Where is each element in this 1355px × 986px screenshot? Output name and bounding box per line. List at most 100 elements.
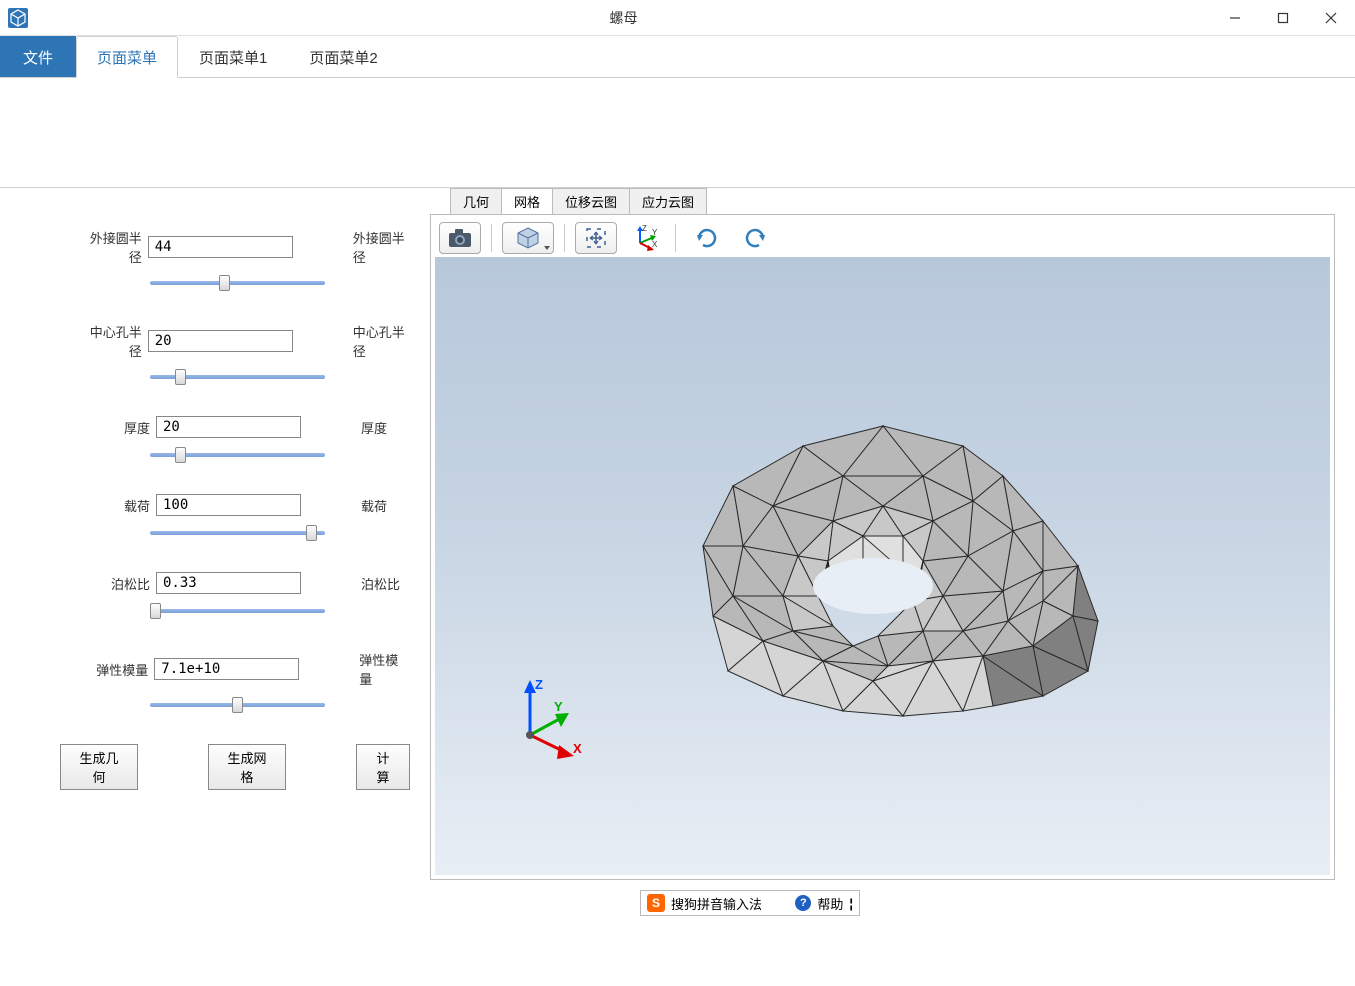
param-slider[interactable] xyxy=(150,696,325,714)
viewport-toolbar: Z Y X xyxy=(435,219,1330,257)
axes-icon: Z Y X xyxy=(630,225,658,251)
ime-help-label[interactable]: 帮助 xyxy=(817,894,843,913)
fit-view-button[interactable] xyxy=(575,222,617,254)
param-slider-row xyxy=(20,524,410,542)
maximize-button[interactable] xyxy=(1259,0,1307,36)
view-cube-button[interactable] xyxy=(502,222,554,254)
rotate-cw-button[interactable] xyxy=(734,222,776,254)
tab-page-menu[interactable]: 页面菜单 xyxy=(76,36,178,78)
param-slider[interactable] xyxy=(150,274,325,292)
param-label: 中心孔半径 xyxy=(80,322,142,360)
param-row: 厚度 厚度 xyxy=(20,416,410,438)
svg-text:Y: Y xyxy=(652,228,658,237)
rotate-ccw-button[interactable] xyxy=(686,222,728,254)
3d-viewport[interactable]: Z Y X xyxy=(435,257,1330,875)
svg-text:Z: Z xyxy=(535,677,543,692)
sogou-icon: S xyxy=(647,894,665,912)
minimize-button[interactable] xyxy=(1211,0,1259,36)
param-input[interactable] xyxy=(156,572,301,594)
param-row: 泊松比 泊松比 xyxy=(20,572,410,594)
param-slider[interactable] xyxy=(150,368,325,386)
slider-thumb[interactable] xyxy=(175,369,186,385)
toolbar-separator xyxy=(491,224,492,252)
slider-thumb[interactable] xyxy=(232,697,243,713)
param-input[interactable] xyxy=(148,236,293,258)
param-row: 弹性模量 弹性模量 xyxy=(20,650,410,688)
view-tab-mesh[interactable]: 网格 xyxy=(501,188,553,214)
param-row: 中心孔半径 中心孔半径 xyxy=(20,322,410,360)
compute-button[interactable]: 计算 xyxy=(356,744,410,790)
parameter-panel: 外接圆半径外接圆半径中心孔半径中心孔半径厚度厚度载荷载荷泊松比泊松比弹性模量弹性… xyxy=(0,188,430,986)
param-slider[interactable] xyxy=(150,446,325,464)
slider-thumb[interactable] xyxy=(175,447,186,463)
param-label-right: 中心孔半径 xyxy=(353,322,410,360)
window-titlebar: 螺母 xyxy=(0,0,1355,36)
svg-text:Y: Y xyxy=(554,699,563,714)
param-label-right: 弹性模量 xyxy=(359,650,410,688)
help-icon: ? xyxy=(795,895,811,911)
param-label-right: 厚度 xyxy=(361,418,387,437)
view-tab-stress[interactable]: 应力云图 xyxy=(629,188,707,214)
slider-track xyxy=(150,531,325,535)
param-slider[interactable] xyxy=(150,602,325,620)
close-button[interactable] xyxy=(1307,0,1355,36)
viewport-frame: Z Y X xyxy=(430,214,1335,880)
param-slider[interactable] xyxy=(150,524,325,542)
screenshot-button[interactable] xyxy=(439,222,481,254)
coordinate-axes: Z Y X xyxy=(505,675,595,765)
menubar: 文件 页面菜单 页面菜单1 页面菜单2 xyxy=(0,36,1355,78)
svg-text:Z: Z xyxy=(642,225,647,233)
param-label-right: 外接圆半径 xyxy=(353,228,410,266)
svg-text:X: X xyxy=(573,741,582,756)
viewport-panel: 几何 网格 位移云图 应力云图 xyxy=(430,188,1355,986)
view-tab-displacement[interactable]: 位移云图 xyxy=(552,188,630,214)
toolbar-separator xyxy=(675,224,676,252)
param-slider-row xyxy=(20,368,410,386)
param-slider-row xyxy=(20,274,410,292)
param-input[interactable] xyxy=(156,416,301,438)
param-label: 载荷 xyxy=(80,496,150,515)
generate-geometry-button[interactable]: 生成几何 xyxy=(60,744,138,790)
param-input[interactable] xyxy=(154,658,299,680)
ribbon-area xyxy=(0,78,1355,188)
slider-thumb[interactable] xyxy=(306,525,317,541)
axes-toggle-button[interactable]: Z Y X xyxy=(623,222,665,254)
param-input[interactable] xyxy=(148,330,293,352)
tab-page-menu-1[interactable]: 页面菜单1 xyxy=(178,36,288,77)
app-icon xyxy=(0,0,36,36)
param-row: 载荷 载荷 xyxy=(20,494,410,516)
toolbar-separator xyxy=(564,224,565,252)
cube-icon xyxy=(515,226,541,250)
param-slider-row xyxy=(20,446,410,464)
view-tab-geometry[interactable]: 几何 xyxy=(450,188,502,214)
param-label: 厚度 xyxy=(80,418,150,437)
fit-icon xyxy=(584,226,608,250)
param-label: 弹性模量 xyxy=(80,660,148,679)
rotate-cw-icon xyxy=(741,225,769,251)
slider-track xyxy=(150,609,325,613)
param-label-right: 泊松比 xyxy=(361,574,400,593)
param-slider-row xyxy=(20,696,410,714)
param-label: 外接圆半径 xyxy=(80,228,142,266)
slider-thumb[interactable] xyxy=(150,603,161,619)
rotate-ccw-icon xyxy=(693,225,721,251)
param-row: 外接圆半径 外接圆半径 xyxy=(20,228,410,266)
file-menu[interactable]: 文件 xyxy=(0,36,76,77)
param-input[interactable] xyxy=(156,494,301,516)
camera-icon xyxy=(447,227,473,249)
param-label-right: 载荷 xyxy=(361,496,387,515)
generate-mesh-button[interactable]: 生成网格 xyxy=(208,744,286,790)
mesh-render xyxy=(623,376,1143,756)
param-label: 泊松比 xyxy=(80,574,150,593)
slider-thumb[interactable] xyxy=(219,275,230,291)
ime-menu-icon[interactable]: ¦ xyxy=(849,896,853,911)
window-title: 螺母 xyxy=(36,8,1211,28)
ime-name: 搜狗拼音输入法 xyxy=(671,894,762,913)
chevron-down-icon xyxy=(544,246,550,250)
main-content: 外接圆半径外接圆半径中心孔半径中心孔半径厚度厚度载荷载荷泊松比泊松比弹性模量弹性… xyxy=(0,188,1355,986)
param-slider-row xyxy=(20,602,410,620)
ime-toolbar[interactable]: S 搜狗拼音输入法 ? 帮助 ¦ xyxy=(640,890,860,916)
tab-page-menu-2[interactable]: 页面菜单2 xyxy=(288,36,398,77)
view-tabs: 几何 网格 位移云图 应力云图 xyxy=(450,188,1335,214)
action-button-row: 生成几何 生成网格 计算 xyxy=(20,744,410,790)
